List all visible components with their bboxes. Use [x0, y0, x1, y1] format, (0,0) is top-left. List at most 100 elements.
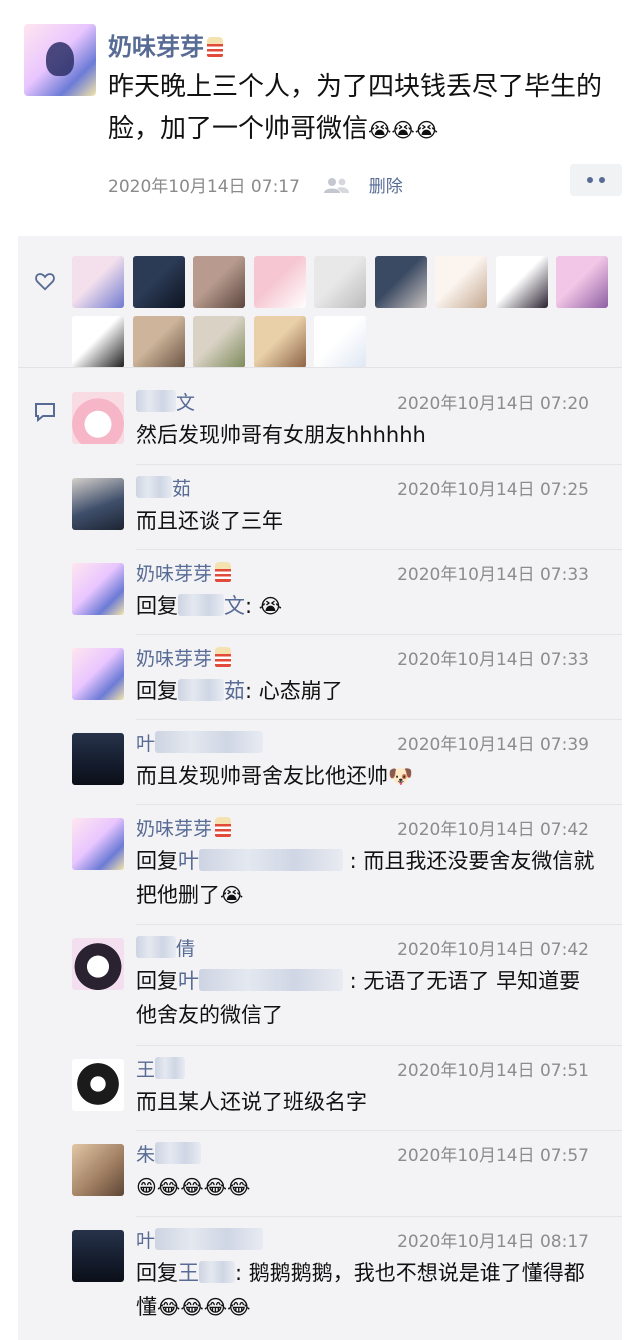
- commenter-avatar[interactable]: [72, 938, 124, 990]
- heart-icon: [35, 273, 55, 291]
- comment-divider: [136, 804, 622, 805]
- liker-avatar[interactable]: [253, 316, 306, 368]
- comment-timestamp: 2020年10月14日 07:33: [397, 565, 589, 585]
- liker-avatar[interactable]: [72, 316, 124, 368]
- commenter-name[interactable]: 叶: [136, 1226, 264, 1253]
- comment-text: 而且发现帅哥舍友比他还帅🐶: [136, 764, 413, 788]
- commenter-name[interactable]: 朱: [136, 1140, 202, 1167]
- commenter-name[interactable]: 文: [136, 388, 195, 415]
- post-meta: 2020年10月14日 07:17 删除: [108, 172, 403, 197]
- comment-timestamp: 2020年10月14日 08:17: [397, 1232, 589, 1252]
- commenter-avatar[interactable]: [72, 478, 124, 530]
- comment-timestamp: 2020年10月14日 07:39: [397, 735, 589, 755]
- delete-button[interactable]: 删除: [369, 177, 403, 197]
- redacted-name: [155, 1228, 264, 1250]
- reply-target[interactable]: 王: [178, 1261, 235, 1285]
- post-text: 昨天晚上三个人，为了四块钱丢尽了毕生的脸，加了一个帅哥微信😭😭😭: [108, 72, 603, 144]
- commenter-name[interactable]: 叶: [136, 729, 264, 756]
- commenter-name[interactable]: 奶味芽芽: [136, 559, 232, 586]
- liker-avatar[interactable]: [132, 256, 185, 308]
- author-avatar[interactable]: [24, 24, 96, 96]
- redacted-name: [178, 679, 224, 701]
- commenter-name[interactable]: 奶味芽芽: [136, 644, 232, 671]
- comment-timestamp: 2020年10月14日 07:51: [397, 1061, 589, 1081]
- liker-avatar[interactable]: [132, 316, 185, 368]
- comment-divider: [136, 1045, 622, 1046]
- commenter-name[interactable]: 奶味芽芽: [136, 814, 232, 841]
- comment-timestamp: 2020年10月14日 07:42: [397, 940, 589, 960]
- author-name[interactable]: 奶味芽芽: [108, 27, 223, 62]
- comment-text: 而且还谈了三年: [136, 509, 283, 533]
- redacted-name: [136, 390, 176, 412]
- divider: [18, 367, 622, 368]
- comment-text: 回复叶 : 无语了无语了 早知道要他舍友的微信了: [136, 969, 581, 1027]
- dot-icon: [587, 177, 593, 183]
- liker-avatar[interactable]: [193, 256, 245, 308]
- liker-avatar[interactable]: [314, 256, 366, 308]
- moment-post: 奶味芽芽 昨天晚上三个人，为了四块钱丢尽了毕生的脸，加了一个帅哥微信😭😭😭 20…: [0, 0, 640, 236]
- commenter-avatar[interactable]: [72, 1059, 124, 1111]
- comment-text: 回复王: 鹅鹅鹅鹅，我也不想说是谁了懂得都懂😂😂😂😂: [136, 1261, 585, 1319]
- commenter-avatar[interactable]: [72, 1230, 124, 1282]
- emoji: 😂😂😂😂: [157, 1295, 251, 1319]
- reply-target[interactable]: 茹: [178, 679, 245, 703]
- liker-avatar[interactable]: [495, 256, 548, 308]
- redacted-name: [136, 476, 172, 498]
- redacted-name: [199, 969, 343, 991]
- emoji: 😭: [258, 594, 283, 618]
- redacted-name: [155, 1142, 202, 1164]
- reply-target[interactable]: 叶: [178, 849, 343, 873]
- post-timestamp: 2020年10月14日 07:17: [108, 177, 300, 197]
- liker-avatar[interactable]: [556, 256, 608, 308]
- commenter-avatar[interactable]: [72, 392, 124, 444]
- popcorn-icon: [215, 817, 232, 837]
- emoji: 🐶: [388, 764, 413, 788]
- emoji: 😭: [220, 883, 244, 907]
- comment-icon: [35, 403, 55, 422]
- commenter-avatar[interactable]: [72, 563, 124, 615]
- redacted-name: [136, 936, 176, 958]
- more-actions-button[interactable]: [570, 164, 622, 196]
- dot-icon: [599, 177, 605, 183]
- commenter-avatar[interactable]: [72, 733, 124, 785]
- liker-avatar[interactable]: [435, 256, 487, 308]
- comment-text: 回复叶 : 而且我还没要舍友微信就把他删了😭: [136, 849, 595, 907]
- redacted-name: [199, 849, 343, 871]
- comment-divider: [136, 464, 622, 465]
- redacted-name: [178, 594, 224, 616]
- popcorn-icon: [215, 647, 232, 667]
- liker-avatar[interactable]: [314, 316, 366, 368]
- comment-divider: [136, 634, 622, 635]
- crying-laughing-emoji: 😭😭😭: [368, 118, 439, 142]
- liker-avatar[interactable]: [193, 316, 245, 368]
- reply-target[interactable]: 叶: [178, 969, 343, 993]
- comment-text: 回复 文: 😭: [136, 594, 283, 618]
- liker-avatar[interactable]: [374, 256, 427, 308]
- comment-timestamp: 2020年10月14日 07:57: [397, 1146, 589, 1166]
- comment-text: 而且某人还说了班级名字: [136, 1090, 367, 1114]
- comment-timestamp: 2020年10月14日 07:42: [397, 820, 589, 840]
- emoji: 😁😂😂😂😂: [136, 1175, 251, 1199]
- liker-avatar[interactable]: [253, 256, 306, 308]
- people-icon[interactable]: [323, 177, 350, 193]
- liker-avatar[interactable]: [72, 256, 124, 308]
- popcorn-icon: [215, 562, 232, 582]
- commenter-name[interactable]: 倩: [136, 934, 195, 961]
- comment-text: 😁😂😂😂😂: [136, 1170, 598, 1204]
- comment-divider: [136, 924, 622, 925]
- likes-section: [18, 236, 622, 368]
- commenter-name[interactable]: 王: [136, 1055, 186, 1082]
- commenter-avatar[interactable]: [72, 1144, 124, 1196]
- reply-target[interactable]: 文: [178, 594, 245, 618]
- comment-timestamp: 2020年10月14日 07:25: [397, 480, 589, 500]
- commenter-name[interactable]: 茹: [136, 474, 191, 501]
- commenter-avatar[interactable]: [72, 818, 124, 870]
- comment-text: 然后发现帅哥有女朋友hhhhhh: [136, 423, 426, 447]
- redacted-name: [155, 731, 264, 753]
- comment-divider: [136, 1130, 622, 1131]
- interaction-panel: 文 2020年10月14日 07:20 然后发现帅哥有女朋友hhhhhh 茹 2020年…: [18, 236, 622, 1340]
- commenter-avatar[interactable]: [72, 648, 124, 700]
- comment-divider: [136, 719, 622, 720]
- comment-divider: [136, 1216, 622, 1217]
- redacted-name: [199, 1261, 235, 1283]
